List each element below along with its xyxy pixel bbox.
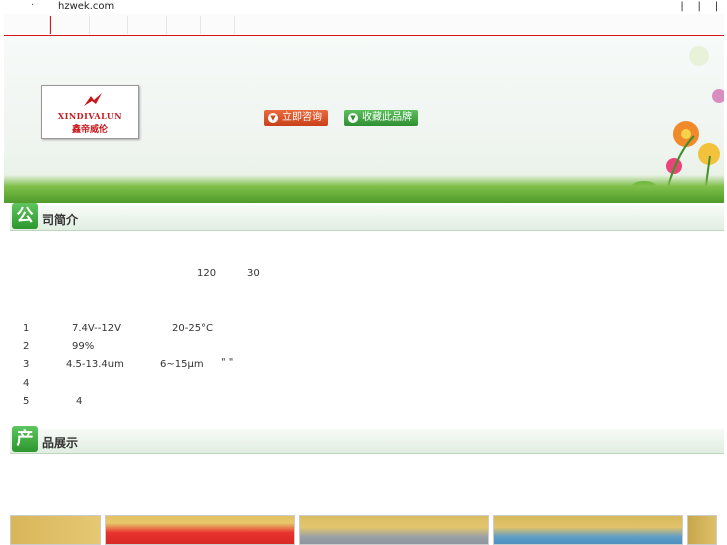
intro-value: 30 (247, 268, 260, 279)
product-photo[interactable] (10, 515, 101, 545)
section-title: 司简介 (42, 213, 79, 227)
list-item-value: 4 (76, 396, 83, 407)
list-item-value: 7.4V--12V (72, 323, 121, 334)
section-badge: 公 (12, 203, 38, 229)
list-item-index: 2 (23, 341, 30, 352)
top-link-separator: | (697, 1, 702, 12)
list-item-value: 6~15μm (160, 359, 204, 370)
product-gallery (10, 515, 727, 545)
nav-tab-2[interactable] (50, 16, 90, 34)
intro-value: 120 (197, 268, 217, 279)
logo-brand-en: XINDIVALUN (57, 111, 123, 121)
products-header: 产 品展示 (10, 426, 724, 454)
top-bar: · hzwek.com | | | (0, 0, 727, 14)
brand-banner: XINDIVALUN 鑫帝威伦 ▼ 立即咨询 ▼ 收藏此品牌 (4, 36, 724, 203)
logo-brand-cn: 鑫帝威伦 (71, 125, 108, 135)
product-photo-grey-fabric[interactable] (299, 515, 489, 545)
chevron-down-icon: ▼ (268, 113, 278, 123)
list-item-index: 3 (23, 359, 30, 370)
list-item-value: 4.5-13.4um (66, 359, 124, 370)
consult-now-button[interactable]: ▼ 立即咨询 (264, 110, 328, 126)
product-photo-red-fabric[interactable] (105, 515, 295, 545)
product-photo-blue-fabric[interactable] (493, 515, 683, 545)
site-domain-link[interactable]: hzwek.com (58, 1, 114, 12)
top-link-separator: | (680, 1, 685, 12)
section-badge: 产 (12, 426, 38, 452)
brand-logo[interactable]: XINDIVALUN 鑫帝威伦 (41, 85, 139, 139)
section-title: 品展示 (42, 436, 79, 450)
top-links: | | | (676, 1, 723, 12)
main-nav (4, 14, 724, 36)
nav-tab-3[interactable] (89, 16, 128, 34)
consult-now-label: 立即咨询 (282, 112, 322, 123)
nav-tab-4[interactable] (128, 16, 167, 34)
list-item-index: 1 (23, 323, 30, 334)
product-photo[interactable] (687, 515, 717, 545)
list-item-value: 99% (72, 341, 95, 352)
nav-tab-6[interactable] (201, 16, 235, 34)
list-item-value: 20-25°C (172, 323, 214, 334)
top-link-separator: | (714, 1, 720, 12)
list-item-index: 4 (23, 378, 30, 389)
grass-strip (4, 175, 724, 203)
nav-tab-5[interactable] (167, 16, 201, 34)
list-item-index: 5 (23, 396, 30, 407)
nav-tab-1[interactable] (4, 16, 50, 34)
list-item-value: " " (221, 357, 234, 368)
chevron-down-icon: ▼ (348, 113, 358, 123)
logo-mark-icon (84, 93, 102, 106)
favorite-brand-label: 收藏此品牌 (362, 112, 412, 123)
top-bullet: · (31, 0, 35, 11)
company-intro-header: 公 司简介 (10, 203, 724, 231)
favorite-brand-button[interactable]: ▼ 收藏此品牌 (344, 110, 418, 126)
